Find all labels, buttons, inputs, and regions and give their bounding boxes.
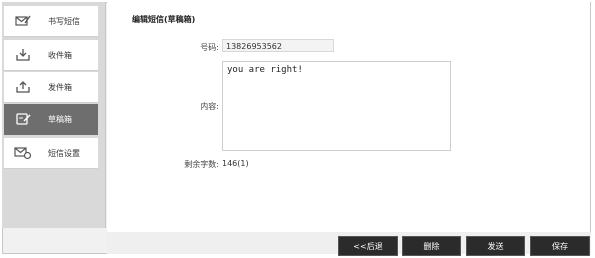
content-textarea[interactable]: you are right!: [222, 61, 451, 151]
sidebar-item-compose[interactable]: 书写短信: [4, 6, 98, 37]
sidebar-item-drafts[interactable]: 草稿箱: [4, 104, 98, 135]
inbox-icon: [10, 48, 36, 62]
drafts-icon: [10, 112, 36, 126]
sms-settings-icon: [10, 146, 36, 160]
sidebar-item-outbox[interactable]: 发件箱: [4, 72, 98, 103]
number-label: 号码:: [200, 43, 219, 52]
back-button[interactable]: <<后退: [338, 236, 398, 256]
content-label: 内容:: [200, 102, 219, 111]
page-title: 编辑短信(草稿箱): [132, 15, 196, 24]
sidebar-item-label: 草稿箱: [48, 114, 72, 124]
remaining-count: 146(1): [222, 159, 249, 168]
edit-message-panel: 编辑短信(草稿箱) 号码: 13826953562 内容: you are ri…: [107, 2, 590, 232]
number-field[interactable]: 13826953562: [222, 39, 334, 52]
sidebar-item-label: 书写短信: [48, 16, 80, 26]
sidebar-item-label: 短信设置: [48, 148, 80, 158]
sidebar-item-inbox[interactable]: 收件箱: [4, 40, 98, 71]
save-button[interactable]: 保存: [530, 236, 590, 256]
outbox-icon: [10, 80, 36, 94]
send-button[interactable]: 发送: [466, 236, 525, 256]
sidebar-item-sms-settings[interactable]: 短信设置: [4, 138, 98, 169]
delete-button[interactable]: 删除: [402, 236, 461, 256]
sidebar: 书写短信 收件箱 发件箱 草稿箱 短信设置: [2, 2, 106, 228]
compose-icon: [10, 15, 36, 27]
sidebar-item-label: 发件箱: [48, 82, 72, 92]
remaining-label: 剩余字数:: [184, 160, 219, 169]
sidebar-item-label: 收件箱: [48, 50, 72, 60]
